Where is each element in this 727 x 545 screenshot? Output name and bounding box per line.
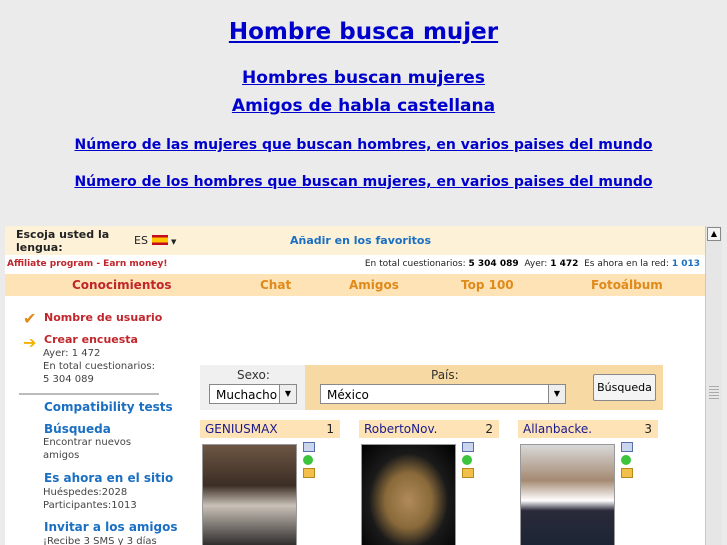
country-value: México — [327, 388, 369, 402]
card-header: Allanbacke. 3 — [518, 420, 658, 438]
site-stats: En total cuestionarios: 5 304 089 Ayer: … — [365, 259, 700, 269]
card-icons — [621, 442, 635, 481]
profile-rank: 2 — [485, 422, 493, 436]
profile-name-link[interactable]: GENIUSMAX — [205, 422, 278, 436]
subtitle-link-2[interactable]: Amigos de habla castellana — [232, 96, 495, 116]
card-header: RobertoNov. 2 — [359, 420, 499, 438]
sidebar-search-sub2: amigos — [43, 450, 80, 461]
sidebar-create-link[interactable]: Crear encuesta — [44, 333, 138, 346]
scroll-grip-icon[interactable] — [709, 386, 719, 400]
card-icons — [462, 442, 476, 481]
yesterday-label: Ayer: — [524, 259, 548, 269]
info-bar: Affiliate program - Earn money! En total… — [5, 256, 705, 273]
sidebar-divider — [19, 393, 159, 395]
menu-item-chat[interactable]: Chat — [260, 278, 291, 292]
chevron-down-icon: ▼ — [548, 385, 565, 403]
online-value[interactable]: 1 013 — [672, 259, 700, 269]
men-count-link[interactable]: Número de los hombres que buscan mujeres… — [74, 174, 652, 190]
smiley-icon[interactable] — [303, 455, 313, 465]
menu-item-amigos[interactable]: Amigos — [349, 278, 399, 292]
folder-icon[interactable] — [621, 468, 633, 478]
menu-item-conocimientos[interactable]: Conocimientos — [72, 278, 172, 292]
folder-icon[interactable] — [462, 468, 474, 478]
profile-photo[interactable] — [202, 444, 297, 545]
embedded-site-frame: Escoja usted la lengua: ES ▼ Añadir en lo… — [5, 226, 705, 545]
sidebar-compat-link[interactable]: Compatibility tests — [44, 400, 173, 414]
profile-photo[interactable] — [520, 444, 615, 545]
sidebar-invite-link[interactable]: Invitar a los amigos — [44, 520, 178, 534]
card-header: GENIUSMAX 1 — [200, 420, 340, 438]
sidebar-total-label: En total cuestionarios: — [43, 361, 155, 372]
search-button[interactable]: Búsqueda — [593, 374, 656, 401]
online-label: Es ahora en la red: — [584, 259, 669, 269]
frame-scrollbar[interactable]: ▲ — [705, 226, 722, 545]
chevron-down-icon: ▼ — [170, 238, 177, 246]
sidebar-guests: Huéspedes:2028 — [43, 487, 128, 498]
chevron-down-icon: ▼ — [279, 385, 296, 403]
mail-icon[interactable] — [303, 442, 315, 452]
checkmark-icon: ✔ — [23, 309, 37, 328]
menu-item-fotoalbum[interactable]: Fotoálbum — [591, 278, 663, 292]
folder-icon[interactable] — [303, 468, 315, 478]
profile-rank: 3 — [644, 422, 652, 436]
menu-item-top100[interactable]: Top 100 — [461, 278, 514, 292]
profile-name-link[interactable]: RobertoNov. — [364, 422, 437, 436]
mail-icon[interactable] — [621, 442, 633, 452]
total-value: 5 304 089 — [468, 259, 519, 269]
sidebar-total-value: 5 304 089 — [43, 374, 94, 385]
subtitle-link-1[interactable]: Hombres buscan mujeres — [242, 68, 485, 88]
language-selector[interactable]: ES ▼ — [134, 234, 176, 247]
arrow-right-icon: ➔ — [23, 333, 37, 352]
country-label: País: — [431, 368, 459, 382]
sidebar-yesterday: Ayer: 1 472 — [43, 348, 101, 359]
add-favorites-link[interactable]: Añadir en los favoritos — [290, 234, 431, 247]
affiliate-link[interactable]: Affiliate program - Earn money! — [7, 259, 167, 269]
profile-rank: 1 — [326, 422, 334, 436]
country-select[interactable]: México ▼ — [320, 384, 566, 404]
language-label: Escoja usted la lengua: — [16, 228, 110, 254]
women-count-link[interactable]: Número de las mujeres que buscan hombres… — [75, 137, 653, 153]
sidebar-username-link[interactable]: Nombre de usuario — [44, 311, 162, 324]
sidebar-participants: Participantes:1013 — [43, 500, 137, 511]
sex-select[interactable]: Muchacho ▼ — [209, 384, 297, 404]
sidebar-invite-sub: ¡Recibe 3 SMS y 3 días — [43, 536, 157, 545]
sidebar-online-link[interactable]: Es ahora en el sitio — [44, 471, 173, 485]
main-title-link[interactable]: Hombre busca mujer — [229, 19, 498, 45]
smiley-icon[interactable] — [621, 455, 631, 465]
profile-card-1: GENIUSMAX 1 — [200, 420, 340, 545]
profile-name-link[interactable]: Allanbacke. — [523, 422, 592, 436]
search-form: Sexo: Muchacho ▼ País: México ▼ Búsqueda — [200, 365, 663, 410]
sex-label: Sexo: — [237, 368, 270, 382]
sidebar-search-link[interactable]: Búsqueda — [44, 422, 111, 436]
sex-value: Muchacho — [216, 388, 278, 402]
profile-photo[interactable] — [361, 444, 456, 545]
main-menu: Conocimientos Chat Amigos Top 100 Fotoál… — [5, 274, 705, 296]
language-value: ES — [134, 234, 148, 247]
profile-card-3: Allanbacke. 3 — [518, 420, 658, 545]
total-label: En total cuestionarios: — [364, 259, 466, 269]
smiley-icon[interactable] — [462, 455, 472, 465]
scroll-up-icon[interactable]: ▲ — [707, 227, 721, 241]
top-bar: Escoja usted la lengua: ES ▼ Añadir en lo… — [5, 226, 705, 255]
mail-icon[interactable] — [462, 442, 474, 452]
profile-card-2: RobertoNov. 2 — [359, 420, 499, 545]
yesterday-value: 1 472 — [550, 259, 579, 269]
spain-flag-icon — [151, 235, 168, 245]
sidebar-search-sub1: Encontrar nuevos — [43, 437, 132, 448]
card-icons — [303, 442, 317, 481]
